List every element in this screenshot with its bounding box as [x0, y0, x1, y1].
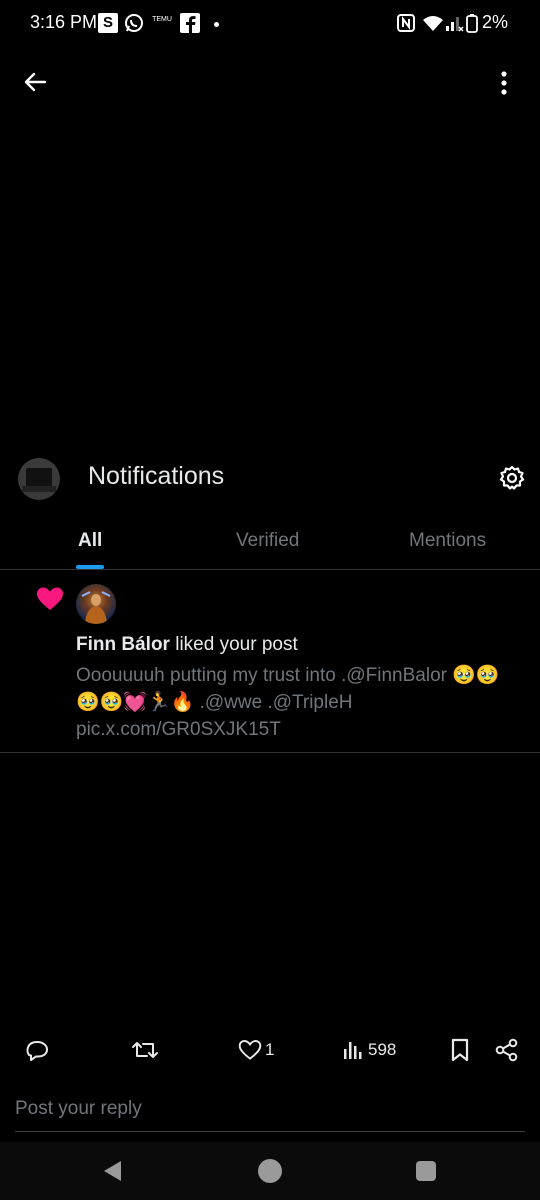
like-count: 1 [265, 1040, 275, 1059]
signal-icon [444, 13, 464, 33]
nav-back-icon [104, 1161, 121, 1181]
gear-icon [499, 465, 525, 490]
repost-button[interactable] [130, 1036, 160, 1064]
settings-button[interactable] [492, 458, 532, 498]
view-count: 598 [368, 1040, 397, 1059]
nfc-icon [396, 13, 416, 33]
reply-icon [26, 1041, 48, 1061]
heart-outline-icon [238, 1040, 262, 1060]
bookmark-icon [451, 1038, 469, 1062]
liked-action-text: liked your post [169, 634, 298, 655]
liker-name[interactable]: Finn Bálor [76, 634, 170, 655]
notification-dot [214, 22, 219, 27]
views-icon [344, 1042, 362, 1059]
reply-button[interactable] [24, 1036, 50, 1064]
heart-filled-icon [36, 586, 64, 612]
tab-verified[interactable]: Verified [236, 530, 299, 552]
battery-icon [466, 13, 478, 33]
reply-input-underline [15, 1131, 525, 1132]
nav-back-button[interactable] [100, 1158, 126, 1184]
whatsapp-icon [124, 13, 144, 33]
s-app-icon: S [98, 13, 118, 33]
nav-home-button[interactable] [258, 1159, 282, 1183]
more-vertical-icon [501, 71, 507, 95]
bookmark-button[interactable] [448, 1036, 472, 1064]
system-nav-bar [0, 1142, 540, 1200]
repost-icon [132, 1042, 158, 1058]
tab-mentions[interactable]: Mentions [409, 530, 486, 552]
share-icon [495, 1038, 518, 1062]
status-bar: 3:16 PM S TEMU 2% [0, 0, 540, 46]
battery-percent: 2% [482, 12, 509, 32]
views-button[interactable]: 598 [342, 1036, 396, 1064]
reply-input[interactable]: Post your reply [15, 1098, 142, 1120]
more-options-button[interactable] [482, 62, 526, 106]
tab-all[interactable]: All [78, 530, 102, 552]
liker-avatar[interactable] [76, 584, 116, 624]
post-snippet[interactable]: Ooouuuuh putting my trust into .@FinnBal… [76, 662, 516, 743]
back-button[interactable] [14, 62, 58, 106]
profile-avatar[interactable] [18, 458, 60, 500]
page-title: Notifications [88, 462, 225, 490]
nav-recents-button[interactable] [416, 1161, 436, 1181]
notification-text: Finn Bálor liked your post [76, 634, 298, 656]
temu-label: TEMU [152, 16, 172, 23]
status-time: 3:16 PM [30, 12, 98, 32]
share-button[interactable] [494, 1036, 520, 1064]
temu-icon: TEMU [152, 15, 172, 35]
facebook-icon [180, 13, 200, 33]
notification-divider [0, 752, 540, 753]
wifi-icon [422, 13, 444, 33]
like-button[interactable]: 1 [238, 1036, 274, 1064]
back-arrow-icon [24, 72, 47, 92]
